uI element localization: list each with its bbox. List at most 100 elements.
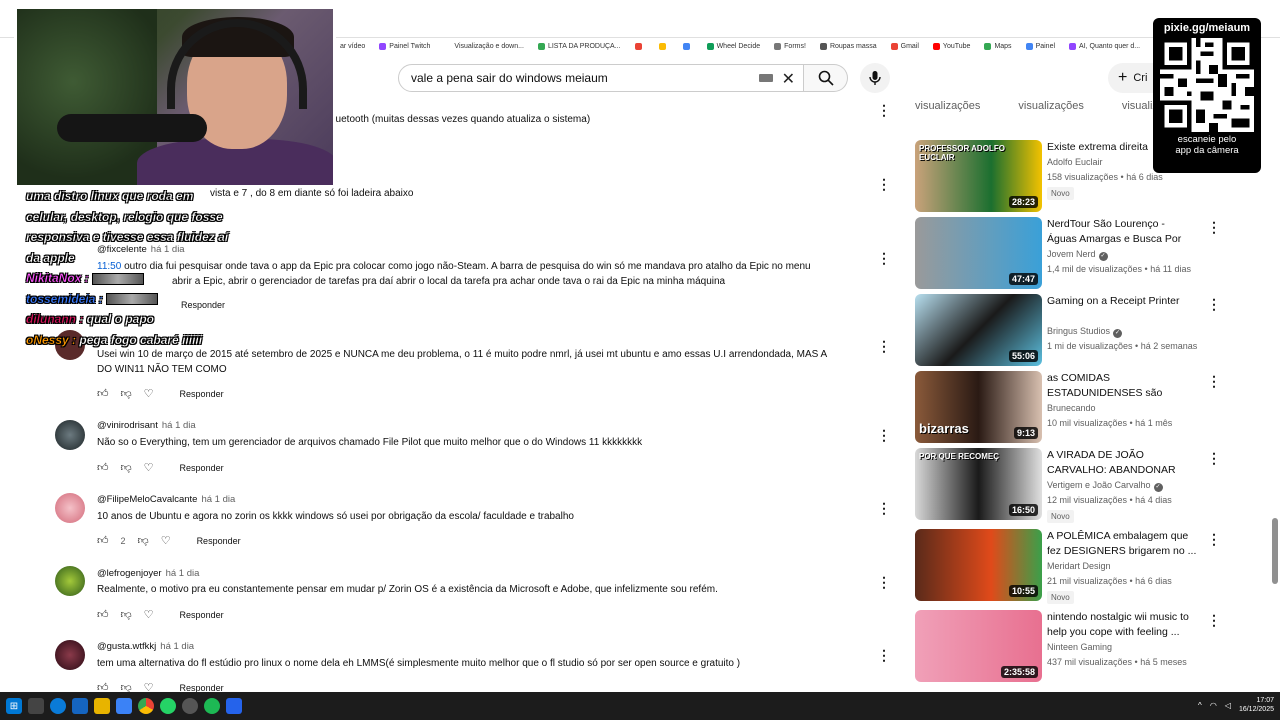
obs-icon[interactable]	[182, 698, 198, 714]
recommended-video[interactable]: 55:06 Gaming on a Receipt Printer Bringus …	[915, 294, 1225, 366]
avatar[interactable]	[55, 566, 85, 596]
video-title[interactable]: A POLÊMICA embalagem que fez DESIGNERS b…	[1047, 529, 1197, 559]
bookmark-item[interactable]: Painel	[1025, 42, 1055, 50]
chrome-icon[interactable]	[138, 698, 154, 714]
volume-icon[interactable]: ◁	[1225, 701, 1231, 710]
whatsapp-icon[interactable]	[160, 698, 176, 714]
video-title[interactable]: nintendo nostalgic wii music to help you…	[1047, 610, 1197, 640]
bookmark-item[interactable]	[634, 42, 645, 50]
channel-name[interactable]: Ninteen Gaming	[1047, 642, 1112, 652]
comment-menu-icon[interactable]: ⋮	[877, 428, 891, 442]
like-icon[interactable]: 👍︎	[97, 608, 109, 621]
video-menu-icon[interactable]: ⋮	[1207, 612, 1221, 629]
search-button[interactable]	[804, 64, 848, 92]
heart-icon[interactable]: ♡	[144, 387, 154, 400]
video-thumbnail[interactable]: 47:47	[915, 217, 1042, 289]
recommended-video[interactable]: POR QUE RECOMEÇ 16:50 A VIRADA DE JOÃO CAR…	[915, 448, 1225, 523]
dislike-icon[interactable]: 👎︎	[121, 608, 132, 621]
bookmark-item[interactable]	[682, 42, 693, 50]
bookmark-item[interactable]: LISTA DA PRODUÇA...	[537, 42, 621, 50]
video-thumbnail[interactable]: 55:06	[915, 294, 1042, 366]
channel-name[interactable]: Bringus Studios ✓	[1047, 326, 1123, 338]
heart-icon[interactable]: ♡	[144, 461, 154, 474]
task-view-icon[interactable]	[28, 698, 44, 714]
comment-menu-icon[interactable]: ⋮	[877, 648, 891, 662]
recommended-video[interactable]: 10:55 A POLÊMICA embalagem que fez DESIGN…	[915, 529, 1225, 604]
bookmark-item[interactable]: YouTube	[932, 42, 970, 50]
channel-name[interactable]: Meridart Design	[1047, 561, 1111, 571]
channel-name[interactable]: Jovem Nerd ✓	[1047, 249, 1108, 261]
comment-author[interactable]: @vinirodrisant há 1 dia	[97, 420, 196, 431]
video-menu-icon[interactable]: ⋮	[1207, 296, 1221, 313]
search-input[interactable]: vale a pena sair do windows meiaum ✕	[398, 64, 804, 92]
comment-menu-icon[interactable]: ⋮	[877, 251, 891, 265]
video-title[interactable]: Gaming on a Receipt Printer	[1047, 294, 1197, 309]
heart-icon[interactable]: ♡	[144, 608, 154, 621]
video-thumbnail[interactable]: 2:35:58	[915, 610, 1042, 682]
video-thumbnail[interactable]: bizarras 9:13	[915, 371, 1042, 443]
reply-button[interactable]: Responder	[180, 463, 224, 473]
bookmark-item[interactable]: Roupas massa	[819, 42, 877, 50]
dislike-icon[interactable]: 👎︎	[138, 534, 149, 547]
comment-author[interactable]: @lefrogenjoyer há 1 dia	[97, 568, 199, 579]
comment-author[interactable]: @FilipeMeloCavalcante há 1 dia	[97, 494, 235, 505]
store-icon[interactable]	[116, 698, 132, 714]
video-title[interactable]: as COMIDAS ESTADUNIDENSES são BIZARRAS	[1047, 371, 1197, 401]
spotify-icon[interactable]	[204, 698, 220, 714]
like-icon[interactable]: 👍︎	[97, 461, 109, 474]
voice-search-button[interactable]	[860, 63, 890, 93]
chevron-up-icon[interactable]: ^	[1198, 701, 1202, 710]
bookmark-item[interactable]	[658, 42, 669, 50]
video-menu-icon[interactable]: ⋮	[1207, 219, 1221, 236]
video-thumbnail[interactable]: PROFESSOR ADOLFO EUCLAIR 28:23	[915, 140, 1042, 212]
dislike-icon[interactable]: 👎︎	[121, 461, 132, 474]
avatar[interactable]	[55, 420, 85, 450]
avatar[interactable]	[55, 493, 85, 523]
video-thumbnail[interactable]: POR QUE RECOMEÇ 16:50	[915, 448, 1042, 520]
windows-start-icon[interactable]: ⊞	[6, 698, 22, 714]
bookmark-item[interactable]: Visualização e down...	[444, 42, 524, 50]
edge-icon[interactable]	[50, 698, 66, 714]
app-icon[interactable]	[226, 698, 242, 714]
video-title[interactable]: A VIRADA DE JOÃO CARVALHO: ABANDONAR EST…	[1047, 448, 1197, 478]
avatar[interactable]	[55, 640, 85, 670]
bookmark-item[interactable]: Painel Twitch	[379, 42, 430, 50]
file-explorer-icon[interactable]	[94, 698, 110, 714]
video-thumbnail[interactable]: 10:55	[915, 529, 1042, 601]
video-menu-icon[interactable]: ⋮	[1207, 531, 1221, 548]
scrollbar[interactable]	[1272, 518, 1278, 584]
mail-icon[interactable]	[72, 698, 88, 714]
bookmark-item[interactable]: Gmail	[890, 42, 919, 50]
bookmark-item[interactable]: Maps	[984, 42, 1012, 50]
comment-menu-icon[interactable]: ⋮	[877, 575, 891, 589]
wifi-icon[interactable]: ◠	[1210, 701, 1217, 710]
reply-button[interactable]: Responder	[180, 610, 224, 620]
channel-name[interactable]: Brunecando	[1047, 403, 1096, 413]
comment-menu-icon[interactable]: ⋮	[877, 501, 891, 515]
bookmark-item[interactable]: Forms!	[774, 42, 806, 50]
video-title[interactable]: NerdTour São Lourenço - Águas Amargas e …	[1047, 217, 1197, 247]
reply-button[interactable]: Responder	[180, 683, 224, 693]
video-menu-icon[interactable]: ⋮	[1207, 373, 1221, 390]
comment-menu-icon[interactable]: ⋮	[877, 103, 891, 117]
recommended-video[interactable]: bizarras 9:13 as COMIDAS ESTADUNIDENSES sã…	[915, 371, 1225, 443]
recommended-video[interactable]: 2:35:58 nintendo nostalgic wii music to h…	[915, 610, 1225, 682]
clock[interactable]: 17:07 16/12/2025	[1239, 696, 1274, 714]
comment-author[interactable]: @gusta.wtfkkj há 1 dia	[97, 641, 194, 652]
like-icon[interactable]: 👍︎	[97, 534, 109, 547]
bookmark-item[interactable]: Wheel Decide	[706, 42, 760, 50]
like-icon[interactable]: 👍︎	[97, 387, 109, 400]
video-menu-icon[interactable]: ⋮	[1207, 450, 1221, 467]
recommended-video[interactable]: 47:47 NerdTour São Lourenço - Águas Amarg…	[915, 217, 1225, 289]
comment-menu-icon[interactable]: ⋮	[877, 339, 891, 353]
heart-icon[interactable]: ♡	[161, 534, 171, 547]
reply-button[interactable]: Responder	[197, 536, 241, 546]
reply-button[interactable]: Responder	[180, 389, 224, 399]
channel-name[interactable]: Adolfo Euclair	[1047, 157, 1103, 167]
keyboard-icon[interactable]	[759, 74, 773, 82]
channel-name[interactable]: Vertigem e João Carvalho ✓	[1047, 480, 1163, 492]
clear-search-icon[interactable]: ✕	[782, 69, 795, 89]
bookmark-item[interactable]: AI, Quanto quer d...	[1069, 42, 1140, 50]
dislike-icon[interactable]: 👎︎	[121, 387, 132, 400]
comment-menu-icon[interactable]: ⋮	[877, 177, 891, 191]
